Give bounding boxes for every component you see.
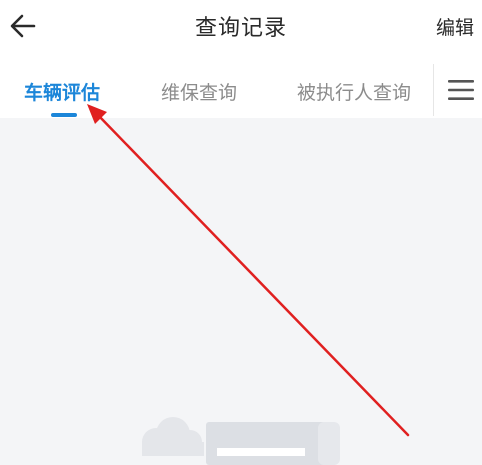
document-icon [206, 422, 340, 465]
edit-button[interactable]: 编辑 [436, 13, 474, 40]
tab-divider [433, 64, 434, 116]
tab-judgment-debtor-query[interactable]: 被执行人查询 [297, 78, 411, 105]
empty-state-illustration [142, 417, 340, 465]
tab-maintenance-query[interactable]: 维保查询 [161, 78, 237, 105]
tab-vehicle-evaluation[interactable]: 车辆评估 [24, 78, 100, 105]
hamburger-menu-icon [448, 80, 474, 100]
top-navigation-bar: 查询记录 编辑 [0, 0, 482, 52]
active-tab-indicator [51, 113, 77, 117]
tab-menu-button[interactable] [446, 78, 476, 102]
records-content-area [0, 118, 482, 465]
page-title: 查询记录 [194, 16, 287, 41]
cloud-icon [142, 417, 204, 456]
tab-bar: 车辆评估 维保查询 被执行人查询 [0, 62, 482, 118]
